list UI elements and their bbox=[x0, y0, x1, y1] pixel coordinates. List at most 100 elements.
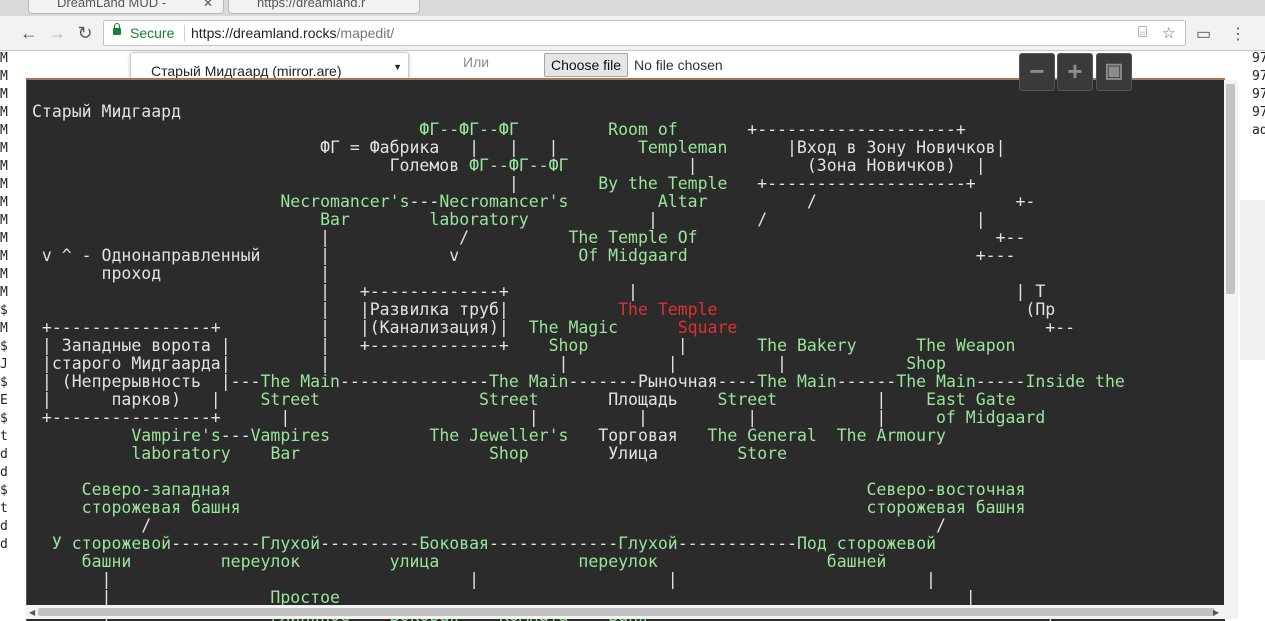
gutter-char: 97 bbox=[1252, 69, 1265, 84]
map-room-label[interactable]: By the Temple bbox=[598, 174, 727, 193]
map-room-label[interactable]: Street bbox=[479, 390, 539, 409]
map-room-label[interactable]: The Bakery bbox=[757, 336, 856, 355]
map-connector: Старый Мидгаард bbox=[32, 102, 182, 121]
map-room-label[interactable]: The Main bbox=[489, 372, 568, 391]
map-room-label[interactable]: The Temple Of bbox=[568, 228, 697, 247]
map-line: laboratory Bar Shop Улица Store bbox=[32, 445, 787, 463]
map-room-label[interactable]: The Weapon bbox=[916, 336, 1015, 355]
map-connector: | (Зона Новичков) | bbox=[568, 156, 986, 175]
back-arrow-icon[interactable]: ← bbox=[19, 23, 39, 43]
map-room-label[interactable]: laboratory bbox=[131, 444, 230, 463]
map-room-label[interactable]: ФГ--ФГ--ФГ bbox=[469, 156, 568, 175]
floppy-disk-icon: ▣ bbox=[1104, 60, 1124, 82]
map-room-label[interactable]: Северо-западная bbox=[82, 480, 231, 499]
map-room-label[interactable]: Street bbox=[260, 390, 320, 409]
map-room-label[interactable]: Vampire's bbox=[131, 426, 220, 445]
map-view[interactable]: Старый Мидгаард ФГ--ФГ--ФГ Room of +----… bbox=[26, 78, 1225, 621]
url-text[interactable]: https://dreamland.rocks/mapedit/ bbox=[191, 25, 394, 41]
map-connector: проход | bbox=[32, 264, 331, 283]
map-room-label[interactable]: Templeman bbox=[638, 138, 727, 157]
map-room-label[interactable]: Боковая bbox=[419, 534, 489, 553]
save-button[interactable]: ▣ bbox=[1096, 53, 1132, 91]
address-bar[interactable]: Secure https://dreamland.rocks/mapedit/ … bbox=[103, 20, 1186, 46]
horizontal-scrollbar[interactable]: ◀ ▶ bbox=[26, 605, 1224, 619]
map-connector bbox=[350, 210, 429, 229]
tab-mapedit[interactable]: https://dreamland.r bbox=[228, 0, 420, 14]
map-room-label[interactable]: улица bbox=[390, 552, 440, 571]
scroll-right-icon[interactable]: ▶ bbox=[1213, 608, 1219, 617]
map-room-label[interactable]: Necromancer's bbox=[439, 192, 568, 211]
map-room-label[interactable]: The Jeweller's bbox=[429, 426, 568, 445]
map-room-label[interactable]: Street bbox=[717, 390, 777, 409]
map-room-label[interactable]: Глухой bbox=[261, 534, 321, 553]
forward-arrow-icon[interactable]: → bbox=[47, 23, 67, 43]
map-room-label[interactable]: Inside the bbox=[1025, 372, 1124, 391]
gutter-char: 97 bbox=[1252, 51, 1265, 66]
map-room-label[interactable]: East Gate bbox=[926, 390, 1015, 409]
map-room-label[interactable]: The General bbox=[708, 426, 817, 445]
map-room-label[interactable]: Bar bbox=[270, 444, 300, 463]
map-room-label[interactable]: переулок bbox=[221, 552, 300, 571]
map-line: Necromancer's---Necromancer's Altar / +- bbox=[32, 193, 1035, 211]
close-icon[interactable]: ✕ bbox=[203, 0, 213, 12]
reload-icon[interactable]: ↻ bbox=[75, 23, 95, 43]
map-current-room-label[interactable]: The Temple bbox=[618, 300, 717, 319]
scrollbar-thumb[interactable] bbox=[1226, 84, 1235, 294]
vertical-scrollbar[interactable] bbox=[1224, 80, 1238, 619]
map-room-label[interactable]: The Magic bbox=[529, 318, 618, 337]
map-room-label[interactable]: Северо-восточная bbox=[866, 480, 1025, 499]
map-room-label[interactable]: of Midgaard bbox=[936, 408, 1045, 427]
map-connector: Улица bbox=[528, 444, 738, 463]
map-room-label[interactable]: laboratory bbox=[429, 210, 528, 229]
map-connector: +--------------------+ bbox=[677, 120, 966, 139]
map-room-label[interactable]: The Armoury bbox=[837, 426, 946, 445]
map-room-label[interactable]: сторожевая башня bbox=[82, 498, 241, 517]
map-line: | Западные ворота | | +-------------+ Sh… bbox=[32, 337, 1016, 355]
map-room-label[interactable]: Room of bbox=[608, 120, 678, 139]
gutter-char: d bbox=[0, 465, 8, 480]
map-room-label[interactable]: The Main bbox=[757, 372, 836, 391]
map-room-label[interactable]: ФГ--ФГ--ФГ bbox=[419, 120, 518, 139]
map-room-label[interactable]: The Main bbox=[260, 372, 339, 391]
zoom-out-button[interactable]: − bbox=[1019, 53, 1055, 91]
map-room-label[interactable]: Store bbox=[737, 444, 787, 463]
map-connector bbox=[827, 534, 837, 553]
map-room-label[interactable]: Shop bbox=[549, 336, 589, 355]
translate-icon[interactable]: ⌸ bbox=[1138, 24, 1147, 41]
cast-icon[interactable]: ▭ bbox=[1196, 24, 1211, 44]
map-room-label[interactable]: У сторожевой bbox=[52, 534, 171, 553]
map-connector bbox=[32, 120, 419, 139]
choose-file-button[interactable]: Choose file bbox=[544, 53, 628, 77]
zoom-in-button[interactable]: + bbox=[1057, 53, 1093, 91]
gutter-char: 97 bbox=[1252, 87, 1265, 102]
map-room-label[interactable]: сторожевая башня bbox=[866, 498, 1025, 517]
scroll-left-icon[interactable]: ◀ bbox=[29, 608, 35, 617]
map-connector: ------------ bbox=[677, 534, 797, 553]
map-room-label[interactable]: башней bbox=[827, 552, 887, 571]
map-current-room-label[interactable]: Square bbox=[678, 318, 738, 337]
map-room-label[interactable]: переулок bbox=[578, 552, 657, 571]
menu-icon[interactable]: ⋮ bbox=[1230, 24, 1246, 44]
map-room-label[interactable]: Bar bbox=[320, 210, 350, 229]
map-line: проход | bbox=[32, 265, 330, 283]
tab-dreamland-mud[interactable]: DreamLand MUD - ✕ bbox=[28, 0, 224, 14]
map-connector bbox=[618, 318, 678, 337]
map-room-label[interactable]: Shop bbox=[489, 444, 529, 463]
gutter-char: t bbox=[0, 429, 8, 444]
map-room-label[interactable]: Shop bbox=[906, 354, 946, 373]
map-connector: -------Рыночная---- bbox=[568, 372, 758, 391]
map-room-label[interactable]: Necromancer's bbox=[280, 192, 409, 211]
map-room-label[interactable]: Altar bbox=[658, 192, 708, 211]
map-room-label[interactable]: The Main bbox=[896, 372, 975, 391]
map-room-label[interactable]: башни bbox=[82, 552, 132, 571]
scrollbar-thumb[interactable] bbox=[38, 608, 1215, 616]
map-room-label[interactable]: сторожевой bbox=[837, 534, 936, 553]
star-icon[interactable]: ☆ bbox=[1162, 24, 1175, 42]
map-room-label[interactable]: Глухой bbox=[618, 534, 678, 553]
map-room-label[interactable]: Под bbox=[797, 534, 827, 553]
map-room-label[interactable]: Of Midgaard bbox=[578, 246, 687, 265]
map-room-label[interactable]: Vampires bbox=[251, 426, 330, 445]
map-connector bbox=[300, 444, 489, 463]
gutter-char: M bbox=[0, 231, 8, 246]
map-connector: +-- bbox=[697, 228, 1026, 247]
